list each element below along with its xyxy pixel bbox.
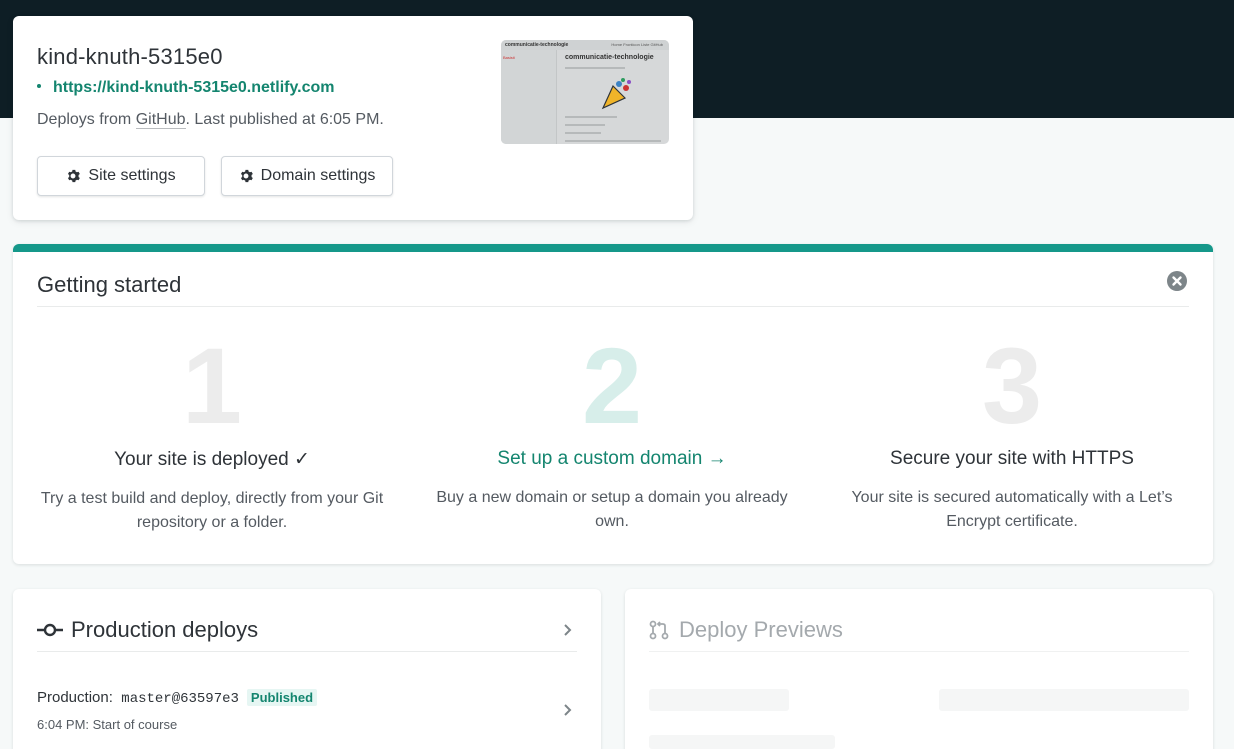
deploy-row[interactable]: Production: master@63597e3 Published bbox=[37, 689, 318, 707]
deploy-ref: master@63597e3 bbox=[112, 691, 239, 707]
deploy-previews-header[interactable]: Deploy Previews bbox=[649, 617, 843, 643]
deploy-context-label: Production: bbox=[37, 689, 113, 706]
thumbnail-brand: communicatie-technologie bbox=[505, 42, 569, 48]
deploy-previews-title: Deploy Previews bbox=[679, 617, 843, 642]
site-settings-button[interactable]: Site settings bbox=[37, 156, 205, 196]
production-deploys-header[interactable]: Production deploys bbox=[37, 617, 258, 643]
production-deploys-card: Production deploys Production: master@63… bbox=[13, 589, 601, 749]
step-deployed: 1 Your site is deployed ✓ Try a test bui… bbox=[26, 332, 398, 535]
git-commit-icon bbox=[37, 623, 63, 637]
loading-placeholder bbox=[649, 689, 789, 711]
meta-suffix: . Last published at 6:05 PM. bbox=[185, 111, 384, 128]
thumbnail-sidebar: Basisti bbox=[501, 50, 557, 144]
thumbnail-side-label: Basisti bbox=[503, 55, 515, 60]
getting-started-card: Getting started 1 Your site is deployed … bbox=[13, 244, 1213, 564]
gear-icon bbox=[68, 169, 81, 183]
divider bbox=[649, 651, 1189, 652]
production-deploys-title: Production deploys bbox=[71, 617, 259, 642]
thumbnail-text-line bbox=[565, 124, 605, 126]
getting-started-title: Getting started bbox=[37, 272, 182, 297]
thumbnail-title: communicatie-technologie bbox=[565, 54, 654, 61]
thumbnail-text-line bbox=[565, 132, 601, 134]
step-heading: Secure your site with HTTPS bbox=[890, 448, 1134, 469]
step-custom-domain: 2 Set up a custom domain → Buy a new dom… bbox=[426, 332, 798, 534]
github-link[interactable]: GitHub bbox=[135, 111, 186, 129]
thumbnail-text-line bbox=[565, 140, 661, 142]
site-url-link[interactable]: https://kind-knuth-5315e0.netlify.com bbox=[37, 79, 335, 97]
close-circle-icon[interactable] bbox=[1166, 270, 1188, 292]
site-name: kind-knuth-5315e0 bbox=[37, 44, 223, 69]
thumbnail-text-line bbox=[565, 67, 625, 69]
deploy-time: 6:04 PM: Start of course bbox=[37, 717, 178, 732]
step-number: 3 bbox=[981, 325, 1043, 446]
custom-domain-link[interactable]: Set up a custom domain → bbox=[426, 448, 798, 470]
git-pull-request-icon bbox=[649, 620, 669, 640]
site-overview-card: kind-knuth-5315e0 https://kind-knuth-531… bbox=[13, 16, 693, 220]
step-https: 3 Secure your site with HTTPS Your site … bbox=[826, 332, 1198, 534]
step-description: Try a test build and deploy, directly fr… bbox=[40, 490, 384, 531]
party-popper-icon bbox=[601, 78, 631, 110]
step-number: 2 bbox=[581, 325, 643, 446]
site-preview-thumbnail[interactable]: communicatie-technologie Home Fronticon … bbox=[501, 40, 669, 144]
divider bbox=[37, 306, 1189, 307]
status-badge: Published bbox=[246, 689, 318, 706]
step-description: Your site is secured automatically with … bbox=[851, 489, 1173, 530]
step-heading: Your site is deployed ✓ bbox=[114, 449, 310, 470]
domain-settings-button[interactable]: Domain settings bbox=[221, 156, 393, 196]
step-number: 1 bbox=[181, 325, 243, 446]
site-settings-label: Site settings bbox=[88, 167, 176, 184]
gear-icon bbox=[240, 169, 253, 183]
domain-settings-label: Domain settings bbox=[260, 167, 376, 184]
step-description: Buy a new domain or setup a domain you a… bbox=[436, 489, 788, 530]
site-deploy-meta: Deploys from GitHub. Last published at 6… bbox=[37, 111, 384, 129]
loading-placeholder bbox=[649, 735, 835, 749]
thumbnail-nav: Home Fronticon Liste GitHub bbox=[611, 42, 663, 47]
chevron-right-icon[interactable] bbox=[561, 623, 573, 637]
deploy-previews-card: Deploy Previews bbox=[625, 589, 1213, 749]
meta-prefix: Deploys from bbox=[37, 111, 136, 128]
bullet-icon bbox=[37, 83, 41, 88]
divider bbox=[37, 651, 577, 652]
thumbnail-text-line bbox=[565, 116, 617, 118]
site-url-text: https://kind-knuth-5315e0.netlify.com bbox=[53, 79, 335, 96]
chevron-right-icon[interactable] bbox=[561, 703, 573, 717]
loading-placeholder bbox=[939, 689, 1189, 711]
